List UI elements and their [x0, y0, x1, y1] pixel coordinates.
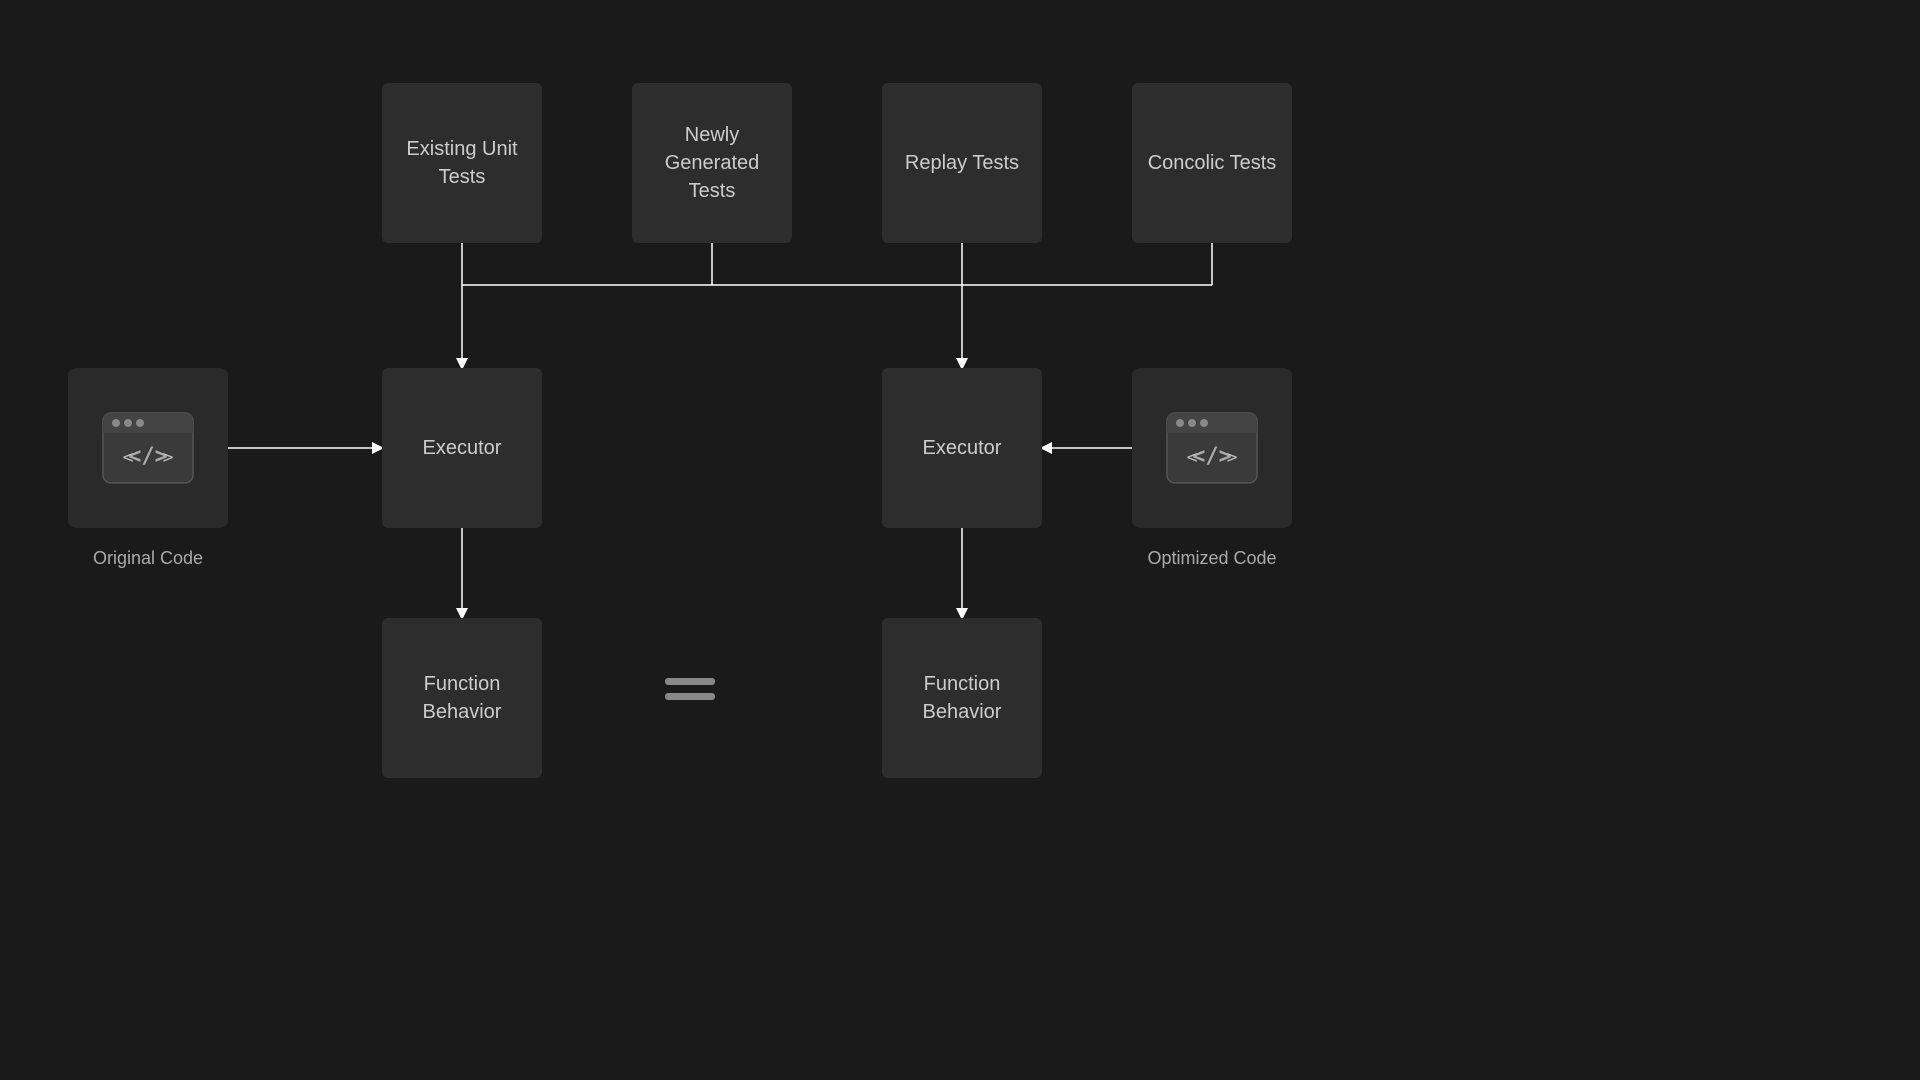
box-executor-right: Executor: [882, 368, 1042, 528]
equals-sign: [665, 678, 715, 700]
box-function-behavior-right: FunctionBehavior: [882, 618, 1042, 778]
box-function-behavior-left: FunctionBehavior: [382, 618, 542, 778]
executor-right-label: Executor: [923, 434, 1002, 462]
equals-bar-bottom: [665, 693, 715, 700]
original-code-icon-box: </> < >: [68, 368, 228, 528]
original-code-label: Original Code: [68, 548, 228, 569]
box-concolic-tests: Concolic Tests: [1132, 83, 1292, 243]
box-executor-left: Executor: [382, 368, 542, 528]
function-behavior-right-label: FunctionBehavior: [923, 670, 1002, 726]
box-replay-tests: Replay Tests: [882, 83, 1042, 243]
equals-bar-top: [665, 678, 715, 685]
svg-text:>: >: [1227, 447, 1238, 468]
box-newly-generated-tests: NewlyGeneratedTests: [632, 83, 792, 243]
replay-tests-label: Replay Tests: [905, 149, 1019, 177]
optimized-code-icon: </> < >: [1162, 408, 1262, 488]
svg-text:<: <: [123, 447, 134, 468]
concolic-tests-label: Concolic Tests: [1148, 149, 1277, 177]
svg-text:<: <: [1187, 447, 1198, 468]
diagram-container: Existing Unit Tests NewlyGeneratedTests …: [0, 0, 1920, 1080]
function-behavior-left-label: FunctionBehavior: [423, 670, 502, 726]
svg-text:>: >: [163, 447, 174, 468]
executor-left-label: Executor: [423, 434, 502, 462]
optimized-code-label: Optimized Code: [1132, 548, 1292, 569]
box-existing-unit-tests: Existing Unit Tests: [382, 83, 542, 243]
newly-generated-tests-label: NewlyGeneratedTests: [665, 121, 760, 205]
optimized-code-icon-box: </> < >: [1132, 368, 1292, 528]
existing-unit-tests-label: Existing Unit Tests: [382, 135, 542, 191]
original-code-icon: </> < >: [98, 408, 198, 488]
